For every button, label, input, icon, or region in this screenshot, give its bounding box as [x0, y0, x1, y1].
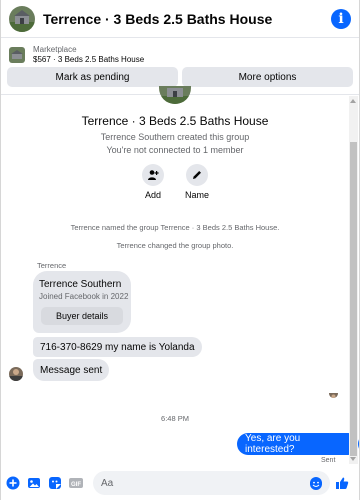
add-member-action[interactable]: Add [140, 164, 166, 200]
name-label: Name [184, 190, 209, 200]
profile-card: Terrence Southern Joined Facebook in 202… [33, 271, 131, 333]
chat-window: Terrence · 3 Beds 2.5 Baths House i Mark… [0, 0, 360, 500]
incoming-message[interactable]: Message sent [33, 359, 110, 381]
message-status: Sent [321, 457, 336, 464]
group-actions: Add Name [1, 164, 349, 200]
incoming-message[interactable]: 716-370-8629 my name is Yolanda [33, 337, 202, 357]
message-composer: GIF Aa [1, 466, 359, 500]
scrollbar[interactable] [349, 96, 358, 464]
listing-price-title: $567 · 3 Beds 2.5 Baths House [33, 55, 145, 64]
group-title: Terrence · 3 Beds 2.5 Baths House [81, 114, 269, 128]
buyer-details-button[interactable]: Buyer details [41, 307, 123, 325]
photo-icon[interactable] [26, 475, 42, 491]
info-icon[interactable]: i [331, 8, 351, 29]
more-options-button[interactable]: More options [182, 67, 353, 87]
listing-thumbnail [9, 47, 25, 63]
pencil-icon[interactable] [186, 164, 208, 186]
system-message: Terrence changed the group photo. [116, 241, 234, 250]
sender-avatar[interactable] [9, 367, 23, 381]
profile-name: Terrence Southern [39, 279, 122, 290]
sender-name: Terrence [37, 261, 67, 270]
scrollbar-thumb[interactable] [350, 142, 357, 456]
message-input-placeholder: Aa [101, 477, 114, 489]
connection-text: You're not connected to 1 member [106, 145, 244, 155]
thumbs-up-icon[interactable] [334, 475, 350, 491]
plus-icon[interactable] [5, 475, 21, 491]
profile-joined: Joined Facebook in 2022 [39, 292, 129, 301]
seen-avatar [329, 389, 338, 398]
gif-icon[interactable]: GIF [68, 475, 84, 491]
sticker-icon[interactable] [47, 475, 63, 491]
scroll-down-arrow-icon[interactable] [350, 457, 356, 461]
group-avatar[interactable] [9, 5, 35, 32]
chat-title[interactable]: Terrence · 3 Beds 2.5 Baths House [43, 11, 331, 27]
name-group-action[interactable]: Name [184, 164, 210, 200]
message-input[interactable]: Aa [93, 471, 330, 495]
emoji-icon[interactable] [310, 477, 322, 490]
chat-header: Terrence · 3 Beds 2.5 Baths House i [1, 0, 359, 38]
system-message: Terrence named the group Terrence · 3 Be… [70, 223, 280, 232]
svg-text:GIF: GIF [71, 482, 81, 488]
marketplace-listing[interactable]: Marketplace $567 · 3 Beds 2.5 Baths Hous… [1, 39, 359, 67]
add-person-icon[interactable] [142, 164, 164, 186]
scroll-up-arrow-icon[interactable] [350, 99, 356, 103]
group-photo [159, 86, 191, 104]
group-created-text: Terrence Southern created this group [100, 132, 250, 142]
outgoing-message[interactable]: Yes, are you interested? [237, 433, 359, 455]
message-timestamp: 6:48 PM [161, 414, 189, 423]
add-label: Add [144, 190, 161, 200]
marketplace-label: Marketplace [33, 45, 77, 54]
mark-pending-button[interactable]: Mark as pending [7, 67, 178, 87]
